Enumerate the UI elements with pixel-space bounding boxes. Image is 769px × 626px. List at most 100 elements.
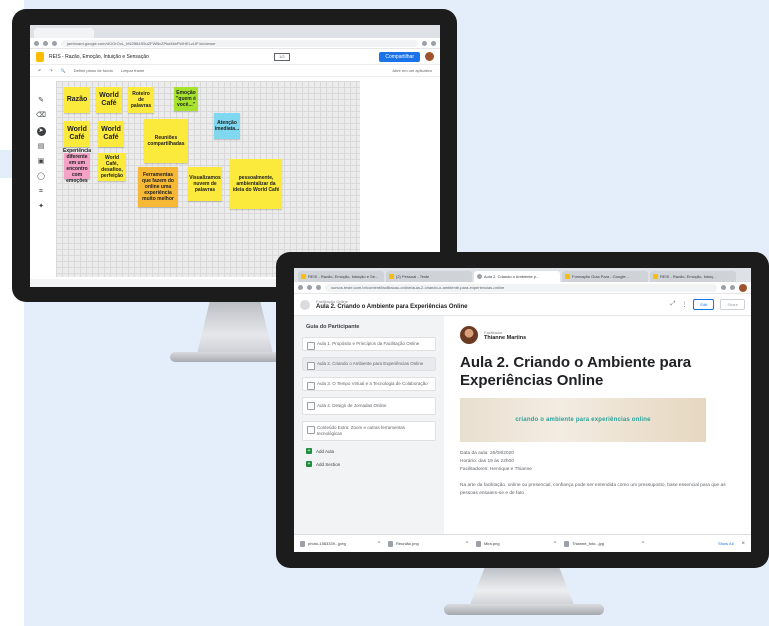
jamboard-canvas[interactable]: Razão World Café Roteiro de palavras Emo… <box>56 81 360 277</box>
sticky-note-icon[interactable]: ▤ <box>38 143 45 151</box>
zoom-icon[interactable]: 🔍 <box>61 68 66 73</box>
downloads-bar: photo-1583339...jpeg ^ Reunião.png ^ Mir… <box>294 534 751 552</box>
board-title[interactable]: REIS - Razão, Emoção, Intuição e Sensaçã… <box>49 54 149 60</box>
frame-indicator[interactable]: 1/2 <box>273 52 290 61</box>
chevron-up-icon[interactable]: ^ <box>554 541 556 547</box>
address-bar-row: cursos.teste.com.br/content/facilitacao-… <box>294 282 751 294</box>
plus-icon: + <box>306 461 312 467</box>
sidebar-item-aula-1[interactable]: Aula 1. Propósito e Princípios da Facili… <box>302 337 436 351</box>
eraser-icon[interactable]: ⌫ <box>36 112 46 120</box>
lesson-date: Data da aula: 26/08/2020 <box>460 451 514 456</box>
back-icon[interactable] <box>34 40 39 46</box>
forward-icon[interactable] <box>307 285 312 290</box>
close-icon[interactable]: × <box>741 541 745 547</box>
browser-tab[interactable]: REIS - Razão, Emoção, Intuição e Se... <box>298 271 384 282</box>
chevron-up-icon[interactable]: ^ <box>466 541 468 547</box>
select-icon[interactable]: ➤ <box>36 127 46 136</box>
jamboard-toolbar: ↶ ↷ 🔍 Definir plano de fundo Limpar fram… <box>30 65 440 77</box>
lesson-title: Aula 2. Criando o Ambiente para Experiên… <box>460 354 692 389</box>
extension-icon[interactable] <box>730 285 735 290</box>
address-bar[interactable]: jamboard.google.com/d/1OrOcL_bN2B84S5uZF… <box>61 39 418 47</box>
redo-icon[interactable]: ↷ <box>49 68 52 73</box>
forward-icon[interactable] <box>43 40 48 46</box>
lesson-time: Horário: das 19 às 22h00 <box>460 459 514 464</box>
sidebar-item-aula-3[interactable]: Aula 3. O Tempo Virtual e a Tecnologia d… <box>302 377 436 391</box>
sticky-note[interactable]: Razão <box>64 87 90 113</box>
download-item[interactable]: Reunião.png ^ <box>388 540 468 547</box>
browser-tab[interactable] <box>34 28 94 38</box>
more-icon[interactable]: ⋮ <box>681 301 687 308</box>
chevron-up-icon[interactable]: ^ <box>642 541 644 547</box>
star-icon[interactable] <box>721 285 726 290</box>
share-button[interactable]: Compartilhar <box>379 51 420 62</box>
browser-tab[interactable]: REIS - Razão, Emoção, Intuiç... <box>650 271 736 282</box>
menu-icon[interactable] <box>431 40 436 46</box>
download-filename: Reunião.png <box>396 541 419 546</box>
pen-icon[interactable]: ✎ <box>38 97 44 105</box>
jamboard-header: REIS - Razão, Emoção, Intuição e Sensaçã… <box>30 49 440 65</box>
reload-icon[interactable] <box>52 40 57 46</box>
open-in-app-button[interactable]: Abrir em um aplicativo <box>392 68 432 73</box>
add-aula-label: Add Aula <box>316 448 335 454</box>
share-button[interactable]: Share <box>720 299 745 310</box>
back-icon[interactable] <box>298 285 303 290</box>
browser-tab[interactable]: Formação Guia Para - Google... <box>562 271 648 282</box>
download-item[interactable]: Thianne_foto...jpg ^ <box>564 540 644 547</box>
download-item[interactable]: Mira.png ^ <box>476 540 556 547</box>
sticky-note[interactable]: World Café <box>98 121 124 147</box>
file-icon <box>476 540 481 547</box>
add-section-label: Add Section <box>316 461 341 467</box>
lesson-info: Data da aula: 26/08/2020 Horário: das 19… <box>460 450 735 474</box>
facilitator-block: Facilitador Thianne Martins <box>460 326 735 344</box>
add-section-button[interactable]: + Add Section <box>306 461 436 467</box>
sticky-note[interactable]: Ferramentas que fazem do online uma expe… <box>138 167 178 207</box>
avatar[interactable] <box>739 283 747 292</box>
lesson-paragraph: Na arte da facilitação, online ou presen… <box>460 483 726 496</box>
monitor1-screen: jamboard.google.com/d/1OrOcL_bN2B84S5uZF… <box>30 25 440 287</box>
facilitator-info: Facilitador Thianne Martins <box>484 330 526 341</box>
browser-tab-active[interactable]: Aula 2. Criando o Ambiente p... <box>474 271 560 282</box>
undo-icon[interactable]: ↶ <box>38 68 41 73</box>
download-filename: Thianne_foto...jpg <box>572 541 605 546</box>
monitor2-screen: REIS - Razão, Emoção, Intuição e Se... (… <box>294 268 751 552</box>
download-item[interactable]: photo-1583339...jpeg ^ <box>300 540 380 547</box>
sticky-note[interactable]: Reuniões compartilhadas <box>144 119 188 163</box>
sidebar: Guia do Participante Aula 1. Propósito e… <box>294 316 444 534</box>
show-all-button[interactable]: Show All <box>718 541 733 546</box>
facilitator-name[interactable]: Thianne Martins <box>484 335 526 341</box>
sidebar-item-aula-4[interactable]: Aula 4. Design de Jornadas Online <box>302 397 436 415</box>
clear-frame-button[interactable]: Limpar frame <box>121 68 145 73</box>
sticky-note[interactable]: World Café <box>64 121 90 147</box>
sticky-note[interactable]: Roteiro de palavras <box>128 87 154 113</box>
monitor2: REIS - Razão, Emoção, Intuição e Se... (… <box>276 252 769 568</box>
sticky-note[interactable]: World Café, desafios, perfeição <box>98 153 126 181</box>
sticky-note[interactable]: Experiência diferente em um encontro com… <box>63 148 91 184</box>
circle-icon[interactable]: ◯ <box>37 173 45 181</box>
sticky-note[interactable]: World Café <box>96 87 122 113</box>
laser-icon[interactable]: ✦ <box>38 203 44 211</box>
page-title: Aula 2. Criando o Ambiente para Experiên… <box>316 304 468 310</box>
file-icon <box>388 540 393 547</box>
page-header: Facilitação Online Aula 2. Criando o Amb… <box>294 294 751 316</box>
add-aula-button[interactable]: + Add Aula <box>306 448 436 454</box>
extension-icon[interactable] <box>422 40 427 46</box>
sticky-note[interactable]: Emoção "quem é você..." <box>174 87 198 111</box>
sticky-note[interactable]: Atenção imediata... <box>214 113 240 139</box>
sidebar-item-extra[interactable]: Conteúdo Extra: Zoom e outras ferramenta… <box>302 421 436 441</box>
sticky-note[interactable]: pessoalmente, ambientalizar da ideia do … <box>230 159 282 209</box>
file-icon <box>564 540 569 547</box>
set-background-button[interactable]: Definir plano de fundo <box>74 68 113 73</box>
sticky-note[interactable]: Visualizamos nuvem de palavras <box>188 167 222 201</box>
browser-tab[interactable]: (2) Pessoal - Teste <box>386 271 472 282</box>
address-bar[interactable]: cursos.teste.com.br/content/facilitacao-… <box>325 283 717 292</box>
expand-icon[interactable]: ⤢ <box>671 301 676 308</box>
reload-icon[interactable] <box>316 285 321 290</box>
avatar[interactable] <box>425 52 434 61</box>
image-icon[interactable]: ▣ <box>38 158 45 166</box>
text-box-icon[interactable]: ⌗ <box>39 188 43 196</box>
browser-tab-bar <box>30 25 440 38</box>
chevron-up-icon[interactable]: ^ <box>378 541 380 547</box>
sidebar-item-aula-2[interactable]: Aula 2. Criando o Ambiente para Experiên… <box>302 357 436 371</box>
edit-button[interactable]: Edit <box>693 299 715 310</box>
site-logo-icon[interactable] <box>300 299 310 310</box>
